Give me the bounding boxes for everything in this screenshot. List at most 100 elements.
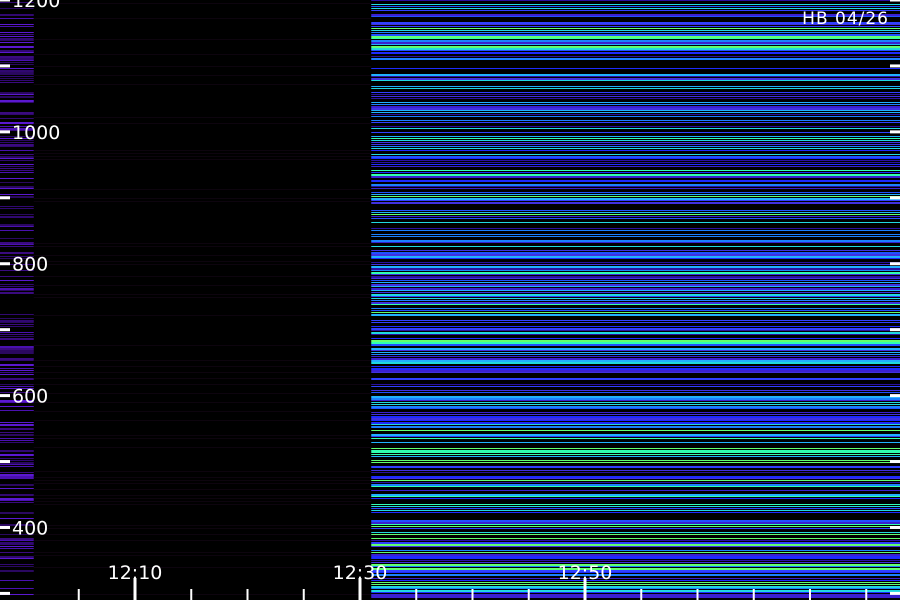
band-line bbox=[0, 60, 34, 61]
y-tick-right bbox=[890, 130, 900, 134]
band-line bbox=[371, 320, 900, 321]
band-line bbox=[371, 294, 900, 296]
band-line bbox=[371, 136, 900, 137]
band-line bbox=[0, 552, 34, 553]
band-line bbox=[371, 186, 900, 187]
band-line bbox=[0, 500, 34, 501]
band-line bbox=[371, 166, 900, 167]
band-line bbox=[33, 123, 372, 124]
band-line bbox=[0, 32, 34, 33]
band-line bbox=[371, 472, 900, 473]
band-line bbox=[371, 280, 900, 281]
band-line bbox=[371, 592, 900, 593]
band-line bbox=[371, 402, 900, 403]
band-line bbox=[371, 370, 900, 372]
band-line bbox=[0, 322, 34, 323]
band-line bbox=[371, 482, 900, 483]
band-line bbox=[33, 378, 372, 379]
band-line bbox=[371, 112, 900, 113]
band-line bbox=[0, 34, 34, 35]
band-line bbox=[371, 392, 900, 393]
y-tick-left bbox=[0, 196, 10, 200]
band-line bbox=[371, 68, 900, 69]
band-line bbox=[0, 432, 34, 433]
band-line bbox=[371, 334, 900, 335]
band-line bbox=[371, 418, 900, 420]
band-line bbox=[371, 326, 900, 327]
band-line bbox=[0, 364, 34, 366]
band-line bbox=[371, 230, 900, 231]
band-line bbox=[33, 198, 372, 199]
band-line bbox=[371, 408, 900, 409]
band-line bbox=[371, 276, 900, 278]
band-line bbox=[371, 92, 900, 93]
band-line bbox=[371, 142, 900, 143]
band-line bbox=[371, 170, 900, 171]
band-line bbox=[0, 374, 34, 375]
band-line bbox=[371, 556, 900, 558]
band-line bbox=[371, 420, 900, 421]
band-line bbox=[0, 244, 34, 245]
band-line bbox=[33, 297, 372, 298]
band-line bbox=[371, 434, 900, 436]
band-line bbox=[371, 158, 900, 159]
y-tick-right bbox=[890, 64, 900, 68]
band-line bbox=[33, 438, 372, 439]
band-line bbox=[371, 102, 900, 103]
y-tick-left bbox=[0, 328, 10, 332]
band-line bbox=[371, 310, 900, 311]
band-line bbox=[371, 396, 900, 398]
band-line bbox=[0, 286, 34, 287]
band-line bbox=[371, 378, 900, 380]
band-line bbox=[0, 230, 34, 231]
band-line bbox=[0, 82, 34, 83]
band-line bbox=[33, 594, 372, 595]
band-line bbox=[0, 96, 34, 98]
band-line bbox=[371, 52, 900, 54]
band-line bbox=[0, 556, 34, 558]
band-line bbox=[371, 348, 900, 350]
y-tick-left bbox=[0, 394, 10, 398]
band-line bbox=[371, 426, 900, 428]
band-line bbox=[371, 278, 900, 279]
band-line bbox=[371, 132, 900, 133]
band-line bbox=[371, 466, 900, 468]
band-line bbox=[0, 466, 34, 467]
y-tick-right bbox=[890, 196, 900, 200]
band-line bbox=[0, 70, 34, 72]
x-tick-minor bbox=[865, 589, 868, 600]
band-line bbox=[371, 246, 900, 247]
band-line bbox=[371, 0, 900, 1]
band-line bbox=[371, 58, 900, 60]
band-line bbox=[33, 117, 372, 118]
band-line bbox=[371, 96, 900, 97]
band-line bbox=[371, 564, 900, 566]
band-line bbox=[371, 48, 900, 50]
band-line bbox=[371, 438, 900, 439]
band-line bbox=[33, 555, 372, 556]
band-line bbox=[371, 312, 900, 313]
band-line bbox=[371, 40, 900, 42]
band-line bbox=[0, 40, 34, 41]
band-line bbox=[371, 372, 900, 373]
band-line bbox=[0, 360, 34, 361]
band-line bbox=[0, 288, 34, 290]
band-line bbox=[371, 356, 900, 357]
band-line bbox=[0, 484, 34, 486]
band-line bbox=[371, 172, 900, 173]
band-line bbox=[0, 26, 34, 27]
band-line bbox=[33, 504, 372, 505]
band-line bbox=[371, 216, 900, 217]
band-line bbox=[0, 160, 34, 161]
band-line bbox=[0, 100, 34, 102]
band-line bbox=[371, 560, 900, 561]
x-tick-label: 12:50 bbox=[558, 562, 613, 584]
band-line bbox=[371, 562, 900, 563]
band-line bbox=[371, 114, 900, 115]
band-line bbox=[371, 154, 900, 155]
band-line bbox=[371, 574, 900, 576]
band-line bbox=[371, 386, 900, 387]
band-line bbox=[371, 586, 900, 588]
band-line bbox=[0, 346, 34, 348]
band-line bbox=[0, 546, 34, 547]
